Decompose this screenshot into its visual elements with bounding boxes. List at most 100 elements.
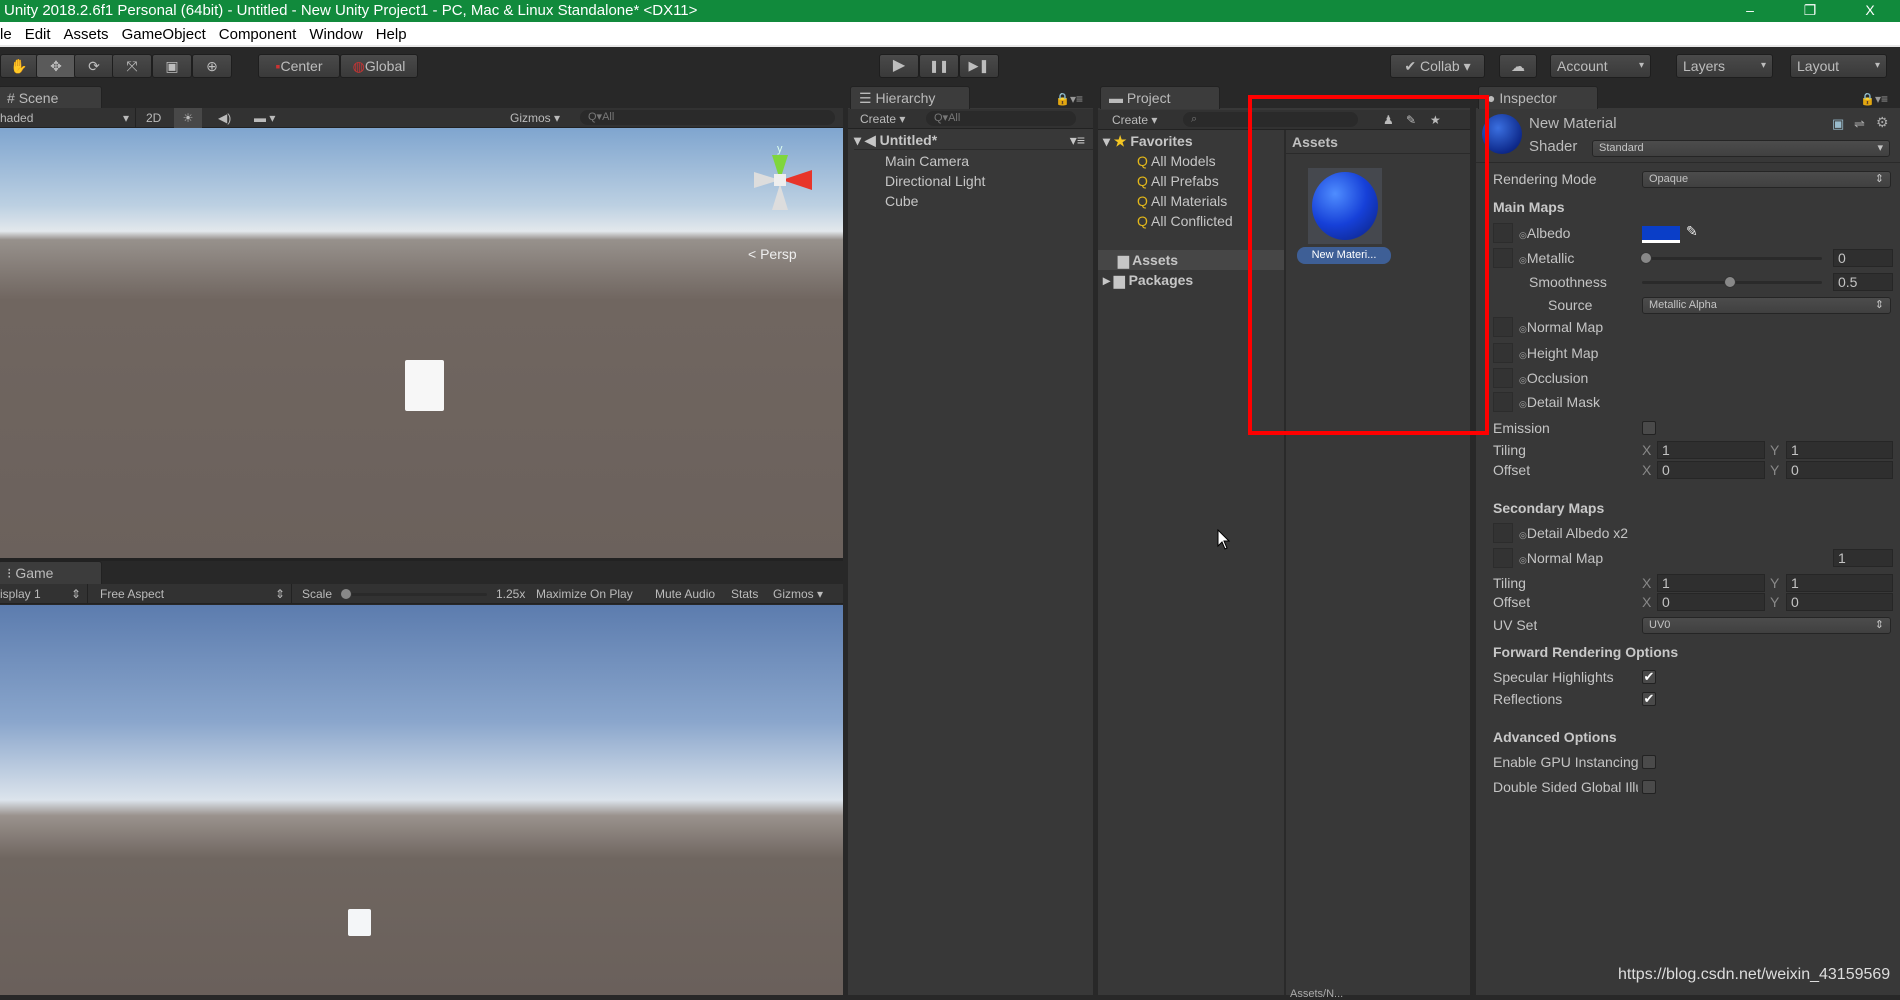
enable-gpu-instancing-checkbox[interactable] [1642,755,1656,769]
tiling-x-field[interactable]: 1 [1657,574,1765,592]
pivot-center-button[interactable]: ▪Center [258,54,340,78]
panel-menu-icon[interactable]: 🔒▾≡ [1860,92,1888,106]
effects-dropdown[interactable]: ▬ ▾ [254,108,275,128]
smoothness-slider-knob[interactable] [1724,276,1736,288]
menu-window[interactable]: Window [309,22,362,45]
minimize-button[interactable]: – [1730,0,1770,22]
tiling-y-field[interactable]: 1 [1786,441,1893,459]
menu-file[interactable]: le [0,22,12,45]
mute-audio-toggle[interactable]: Mute Audio [655,584,715,604]
scene-view[interactable]: y < Persp [0,128,843,558]
favorite-item[interactable]: Q All Models [1137,151,1216,171]
account-dropdown[interactable]: Account ▾ [1550,54,1651,78]
tab-game[interactable]: ⁝ Game [0,561,102,584]
close-button[interactable]: X [1850,0,1890,22]
step-button[interactable]: ▶❚ [959,54,999,78]
uv-set-dropdown[interactable]: UV0 ⇕ [1642,617,1891,634]
audio-toggle[interactable]: ◀) [218,108,231,128]
hierarchy-search-input[interactable]: Q▾All [926,111,1076,126]
gizmos-dropdown[interactable]: Gizmos ▾ [510,108,560,128]
scale-slider-knob[interactable] [340,588,352,600]
metallic-field[interactable]: 0 [1833,249,1893,267]
specular-highlights-checkbox[interactable]: ✔ [1642,670,1656,684]
panel-menu-icon[interactable]: 🔒▾≡ [1055,92,1083,106]
metallic-slider-knob[interactable] [1640,252,1652,264]
folder-packages[interactable]: ▸ ▆ Packages [1103,270,1193,290]
offset-x-field[interactable]: 0 [1657,461,1765,479]
picker-dot-icon[interactable]: ◎ [1519,555,1527,565]
hierarchy-item[interactable]: Main Camera [885,151,969,171]
display-dropdown[interactable]: isplay 1 ⇕ [0,584,88,604]
cube-object[interactable] [405,360,444,411]
picker-dot-icon[interactable]: ◎ [1519,375,1527,385]
picker-dot-icon[interactable]: ◎ [1519,530,1527,540]
favorite-item[interactable]: Q All Prefabs [1137,171,1219,191]
normal-map-scale-field[interactable]: 1 [1833,549,1893,567]
scene-search-input[interactable]: Q▾All [580,110,835,125]
lighting-toggle[interactable]: ☀ [174,108,202,128]
scale-slider[interactable] [342,593,487,596]
double-sided-global-illumination-checkbox[interactable] [1642,780,1656,794]
albedo-color-swatch[interactable] [1642,226,1680,243]
metallic-slider[interactable] [1642,257,1822,260]
tiling-y-field[interactable]: 1 [1786,574,1893,592]
cloud-button[interactable]: ☁ [1499,54,1537,78]
texture-slot[interactable] [1493,392,1513,412]
scene-root-item[interactable]: ▾ ◀ Untitled* ▾≡ [854,130,1093,150]
rendering-mode-dropdown[interactable]: Opaque ⇕ [1642,171,1891,188]
texture-slot[interactable] [1493,248,1513,268]
help-icon[interactable]: ▣ [1832,116,1844,132]
restore-button[interactable]: ❐ [1790,0,1830,22]
aspect-dropdown[interactable]: Free Aspect ⇕ [100,584,292,604]
tab-inspector[interactable]: ● Inspector [1478,86,1598,109]
gear-icon[interactable]: ⚙ [1876,114,1889,131]
offset-y-field[interactable]: 0 [1786,593,1893,611]
persp-label[interactable]: < Persp [748,246,797,262]
reflections-checkbox[interactable]: ✔ [1642,692,1656,706]
move-tool-button[interactable]: ✥ [36,54,76,78]
scene-gizmo[interactable]: y [740,140,830,240]
shader-dropdown[interactable]: Standard ▾ [1592,140,1890,157]
layers-dropdown[interactable]: Layers ▾ [1676,54,1773,78]
collab-button[interactable]: ✔ Collab ▾ [1390,54,1485,78]
layout-dropdown[interactable]: Layout ▾ [1790,54,1887,78]
picker-dot-icon[interactable]: ◎ [1519,230,1527,240]
pause-button[interactable]: ❚❚ [919,54,959,78]
hierarchy-item[interactable]: Directional Light [885,171,985,191]
picker-dot-icon[interactable]: ◎ [1519,255,1527,265]
stats-toggle[interactable]: Stats [731,584,758,604]
texture-slot[interactable] [1493,343,1513,363]
texture-slot[interactable] [1493,368,1513,388]
offset-y-field[interactable]: 0 [1786,461,1893,479]
favorites-item[interactable]: ▾ ★ Favorites [1103,131,1193,151]
rect-tool-button[interactable]: ▣ [152,54,192,78]
texture-slot[interactable] [1493,317,1513,337]
picker-dot-icon[interactable]: ◎ [1519,350,1527,360]
picker-dot-icon[interactable]: ◎ [1519,324,1527,334]
pivot-global-button[interactable]: ◍Global [340,54,418,78]
tab-hierarchy[interactable]: ☰ Hierarchy [850,86,970,109]
menu-component[interactable]: Component [219,22,297,45]
emission-checkbox[interactable] [1642,421,1656,435]
2d-toggle[interactable]: 2D [146,108,161,128]
hierarchy-item[interactable]: Cube [885,191,918,211]
shading-mode-dropdown[interactable]: haded ▾ [0,108,136,128]
game-view[interactable] [0,605,843,995]
picker-dot-icon[interactable]: ◎ [1519,399,1527,409]
offset-x-field[interactable]: 0 [1657,593,1765,611]
hierarchy-create-button[interactable]: Create ▾ [860,109,905,129]
menu-gameobject[interactable]: GameObject [122,22,206,45]
favorite-item[interactable]: Q All Materials [1137,191,1227,211]
scale-tool-button[interactable]: ⤧ [112,54,152,78]
menu-help[interactable]: Help [376,22,407,45]
hand-tool-button[interactable]: ✋ [0,54,38,78]
texture-slot[interactable] [1493,223,1513,243]
transform-tool-button[interactable]: ⊕ [192,54,232,78]
texture-slot[interactable] [1493,523,1513,543]
source-dropdown[interactable]: Metallic Alpha ⇕ [1642,297,1891,314]
project-create-button[interactable]: Create ▾ [1112,110,1157,130]
play-button[interactable]: ▶ [879,54,919,78]
smoothness-field[interactable]: 0.5 [1833,273,1893,291]
eyedropper-icon[interactable]: ✎ [1686,223,1698,240]
menu-assets[interactable]: Assets [64,22,109,45]
